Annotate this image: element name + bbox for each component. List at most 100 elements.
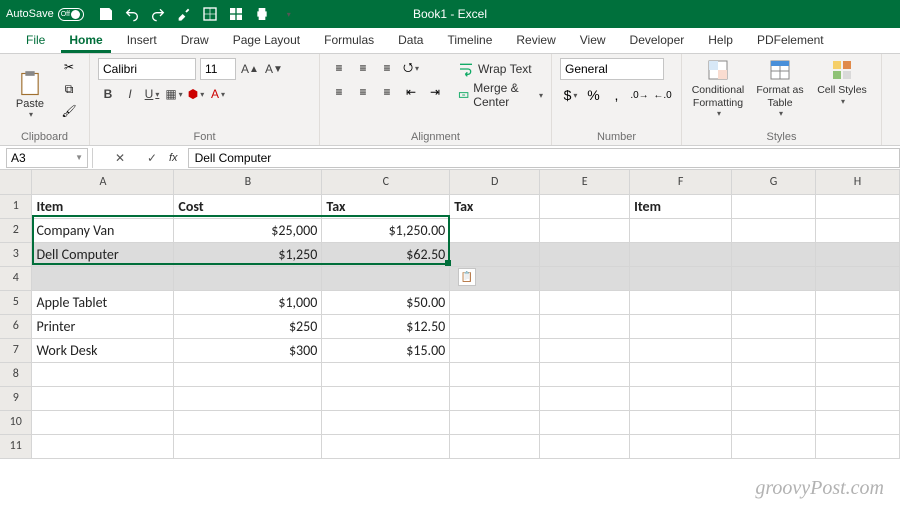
cell[interactable] bbox=[450, 242, 540, 266]
cell[interactable] bbox=[174, 434, 322, 458]
cell[interactable]: $1,000 bbox=[174, 290, 322, 314]
number-format-select[interactable] bbox=[560, 58, 664, 80]
row-header-10[interactable]: 10 bbox=[0, 410, 32, 434]
inc-decimal-icon[interactable]: .0→ bbox=[629, 84, 650, 106]
cell[interactable] bbox=[732, 290, 816, 314]
tab-insert[interactable]: Insert bbox=[115, 28, 169, 53]
paste-button[interactable]: Paste bbox=[8, 58, 52, 130]
tab-view[interactable]: View bbox=[568, 28, 618, 53]
cell[interactable] bbox=[32, 386, 174, 410]
tab-help[interactable]: Help bbox=[696, 28, 745, 53]
cell[interactable] bbox=[540, 362, 630, 386]
cell[interactable]: $250 bbox=[174, 314, 322, 338]
col-header-F[interactable]: F bbox=[630, 170, 732, 194]
comma-icon[interactable]: , bbox=[606, 84, 627, 106]
cell[interactable] bbox=[732, 386, 816, 410]
row-header-1[interactable]: 1 bbox=[0, 194, 32, 218]
cell[interactable] bbox=[174, 410, 322, 434]
tab-developer[interactable]: Developer bbox=[618, 28, 697, 53]
cell[interactable] bbox=[540, 338, 630, 362]
cell[interactable] bbox=[816, 194, 900, 218]
cell[interactable] bbox=[816, 242, 900, 266]
cell[interactable]: $300 bbox=[174, 338, 322, 362]
row-header-8[interactable]: 8 bbox=[0, 362, 32, 386]
cell[interactable]: Work Desk bbox=[32, 338, 174, 362]
cell[interactable]: Cost bbox=[174, 194, 322, 218]
col-header-G[interactable]: G bbox=[732, 170, 816, 194]
cell[interactable] bbox=[540, 266, 630, 290]
wrap-text-button[interactable]: Wrap Text bbox=[458, 58, 543, 80]
cell[interactable] bbox=[450, 218, 540, 242]
row-header-9[interactable]: 9 bbox=[0, 386, 32, 410]
dec-decimal-icon[interactable]: ←.0 bbox=[652, 84, 673, 106]
cell[interactable] bbox=[732, 242, 816, 266]
cell[interactable] bbox=[174, 362, 322, 386]
save-icon[interactable] bbox=[98, 6, 114, 22]
cell[interactable] bbox=[816, 338, 900, 362]
font-size-input[interactable] bbox=[200, 58, 236, 80]
cell[interactable]: $1,250 bbox=[174, 242, 322, 266]
cell[interactable] bbox=[630, 338, 732, 362]
row-header-2[interactable]: 2 bbox=[0, 218, 32, 242]
bold-button[interactable]: B bbox=[98, 84, 118, 104]
underline-button[interactable]: U bbox=[142, 84, 162, 104]
cell[interactable] bbox=[630, 266, 732, 290]
align-right-icon[interactable]: ≡ bbox=[376, 82, 398, 102]
cell[interactable]: $12.50 bbox=[322, 314, 450, 338]
tab-formulas[interactable]: Formulas bbox=[312, 28, 386, 53]
autosave-toggle[interactable]: AutoSave Off bbox=[6, 8, 84, 21]
paste-options-icon[interactable]: 📋 bbox=[458, 268, 476, 286]
cell[interactable] bbox=[816, 362, 900, 386]
col-header-C[interactable]: C bbox=[322, 170, 450, 194]
row-header-3[interactable]: 3 bbox=[0, 242, 32, 266]
cell[interactable] bbox=[816, 386, 900, 410]
cell[interactable]: Item bbox=[630, 194, 732, 218]
redo-icon[interactable] bbox=[150, 6, 166, 22]
conditional-formatting-button[interactable]: Conditional Formatting bbox=[690, 58, 746, 119]
cell[interactable] bbox=[630, 362, 732, 386]
tab-timeline[interactable]: Timeline bbox=[435, 28, 504, 53]
cell[interactable] bbox=[540, 290, 630, 314]
cell[interactable] bbox=[450, 290, 540, 314]
cell[interactable] bbox=[450, 362, 540, 386]
percent-icon[interactable]: % bbox=[583, 84, 604, 106]
font-name-input[interactable] bbox=[98, 58, 196, 80]
align-left-icon[interactable]: ≡ bbox=[328, 82, 350, 102]
cell[interactable] bbox=[540, 434, 630, 458]
col-header-D[interactable]: D bbox=[450, 170, 540, 194]
align-center-icon[interactable]: ≡ bbox=[352, 82, 374, 102]
row-header-7[interactable]: 7 bbox=[0, 338, 32, 362]
cell[interactable] bbox=[540, 194, 630, 218]
cell[interactable]: Dell Computer bbox=[32, 242, 174, 266]
cell[interactable] bbox=[630, 290, 732, 314]
cell[interactable] bbox=[816, 314, 900, 338]
border-button[interactable]: ▦ bbox=[164, 84, 184, 104]
cell[interactable]: Tax bbox=[450, 194, 540, 218]
row-header-4[interactable]: 4 bbox=[0, 266, 32, 290]
col-header-H[interactable]: H bbox=[816, 170, 900, 194]
cell[interactable] bbox=[322, 362, 450, 386]
cell[interactable] bbox=[732, 194, 816, 218]
cell[interactable] bbox=[816, 218, 900, 242]
cell[interactable] bbox=[732, 266, 816, 290]
cell-styles-button[interactable]: Cell Styles bbox=[814, 58, 870, 106]
row-header-6[interactable]: 6 bbox=[0, 314, 32, 338]
col-header-A[interactable]: A bbox=[32, 170, 174, 194]
fx-icon[interactable]: fx bbox=[169, 152, 178, 164]
cell[interactable] bbox=[732, 410, 816, 434]
tab-file[interactable]: File bbox=[14, 28, 57, 53]
cell[interactable] bbox=[450, 314, 540, 338]
cell[interactable] bbox=[450, 410, 540, 434]
tab-page-layout[interactable]: Page Layout bbox=[221, 28, 312, 53]
cell[interactable] bbox=[540, 218, 630, 242]
cell[interactable] bbox=[450, 434, 540, 458]
formula-input[interactable] bbox=[188, 148, 900, 168]
cell[interactable] bbox=[630, 242, 732, 266]
cell[interactable]: Company Van bbox=[32, 218, 174, 242]
indent-dec-icon[interactable]: ⇤ bbox=[400, 82, 422, 102]
cell[interactable]: Item bbox=[32, 194, 174, 218]
format-painter-icon[interactable]: 🖌 bbox=[58, 102, 80, 120]
cell[interactable]: $62.50 bbox=[322, 242, 450, 266]
cell[interactable] bbox=[32, 362, 174, 386]
tab-pdfelement[interactable]: PDFelement bbox=[745, 28, 836, 53]
